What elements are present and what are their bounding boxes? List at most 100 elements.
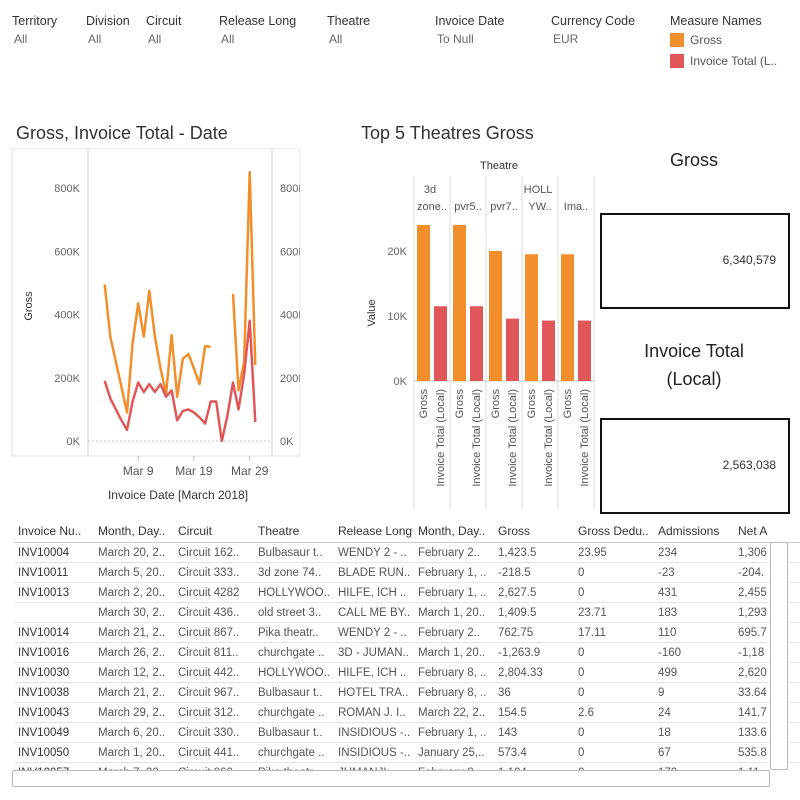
filter-value-dropdown[interactable]: EUR — [553, 32, 578, 46]
table-cell: Circuit 436.. — [174, 602, 254, 623]
column-header[interactable]: Gross Dedu.. — [574, 520, 654, 543]
table-row[interactable]: INV10011 March 5, 20.. Circuit 333.. 3d zon… — [14, 562, 800, 583]
table-cell: Circuit 967.. — [174, 682, 254, 703]
table-cell: 1,11 — [734, 762, 800, 770]
x-tick-label: Mar 19 — [175, 464, 213, 478]
column-header[interactable]: Invoice Nu.. — [14, 520, 94, 543]
table-cell: 141.7 — [734, 702, 800, 723]
table-cell: INV10004 — [14, 542, 94, 563]
column-header[interactable]: Month, Day.. — [94, 520, 174, 543]
table-cell: 1,104 — [494, 762, 574, 770]
kpi-invoice-box[interactable]: 2,563,038 — [600, 418, 790, 514]
table-row[interactable]: INV10013 March 2, 20.. Circuit 4282 HOLLYWO… — [14, 582, 800, 603]
table-cell: Circuit 442.. — [174, 662, 254, 683]
table-cell: 36 — [494, 682, 574, 703]
y-tick-label: 0K — [394, 376, 408, 388]
table-cell: March 20, 2.. — [94, 542, 174, 563]
measure-label: Invoice Total (Local) — [507, 389, 519, 487]
vertical-scrollbar[interactable] — [770, 542, 788, 770]
invoice-total-bar — [578, 320, 591, 381]
table-cell: 3d zone 74.. — [254, 562, 334, 583]
filter-label: Theatre — [327, 14, 371, 28]
table-row[interactable]: INV10030 March 12, 2.. Circuit 442.. HOLLYW… — [14, 662, 800, 683]
filter-value-dropdown[interactable]: All — [88, 32, 101, 46]
measure-label: Gross — [418, 389, 430, 419]
theatre-header-line1: HOLL — [524, 184, 553, 196]
table-row[interactable]: INV10004 March 20, 2.. Circuit 162.. Bulbas… — [14, 542, 800, 563]
theatre-header-line2: pvr7.. — [490, 201, 518, 213]
kpi-gross-box[interactable]: 6,340,579 — [600, 213, 790, 309]
table-cell: churchgate .. — [254, 642, 334, 663]
filter-value-dropdown[interactable]: All — [221, 32, 234, 46]
filter-value-dropdown[interactable]: All — [329, 32, 342, 46]
table-row[interactable]: INV10038 March 21, 2.. Circuit 967.. Bulbas… — [14, 682, 800, 703]
y-tick-label: 600K — [54, 246, 80, 258]
table-cell: INV10050 — [14, 742, 94, 763]
column-header[interactable]: Theatre — [254, 520, 334, 543]
table-cell: INSIDIOUS -.. — [334, 742, 414, 763]
legend-title: Measure Names — [670, 14, 762, 28]
table-cell: -1,18 — [734, 642, 800, 663]
table-cell: 762.75 — [494, 622, 574, 643]
legend-swatch-gross — [670, 33, 684, 47]
table-cell: 499 — [654, 662, 734, 683]
table-row[interactable]: March 30, 2.. Circuit 436.. old street 3..… — [14, 602, 800, 623]
column-header[interactable]: Gross — [494, 520, 574, 543]
table-row[interactable]: INV10057March 7, 20..Circuit 869..Pika t… — [14, 762, 800, 770]
table-row[interactable]: INV10014 March 21, 2.. Circuit 867.. Pika t… — [14, 622, 800, 643]
table-cell: -23 — [654, 562, 734, 583]
measure-label: Invoice Total (Local) — [579, 389, 591, 487]
table-cell: churchgate .. — [254, 702, 334, 723]
table-cell: INV10049 — [14, 722, 94, 743]
gross-bar — [525, 254, 538, 381]
column-header[interactable]: Release Long — [334, 520, 414, 543]
table-cell: HOLLYWOO.. — [254, 662, 334, 683]
kpi-invoice-title-line1: Invoice Total — [644, 341, 744, 361]
table-cell: 2,455 — [734, 582, 800, 603]
table-cell: Circuit 869.. — [174, 762, 254, 770]
filter-value-dropdown[interactable]: All — [148, 32, 161, 46]
table-cell: INV10014 — [14, 622, 94, 643]
invoice-total-bar — [542, 320, 555, 381]
invoice-total-bar — [434, 306, 447, 381]
table-cell: Bulbasaur t.. — [254, 682, 334, 703]
y-tick-label: 0K — [67, 436, 81, 448]
table-cell: 573.4 — [494, 742, 574, 763]
column-header[interactable]: Month, Day.. — [414, 520, 494, 543]
table-cell: 24 — [654, 702, 734, 723]
horizontal-scrollbar[interactable] — [12, 770, 770, 787]
table-row[interactable]: INV10050 March 1, 20.. Circuit 441.. church… — [14, 742, 800, 763]
y-tick-label: 20K — [387, 246, 407, 258]
table-row[interactable]: INV10016 March 26, 2.. Circuit 811.. church… — [14, 642, 800, 663]
invoice-table-view[interactable]: Invoice Nu.. Month, Day.. Circuit Theatre Re… — [14, 520, 800, 770]
filter-value-dropdown[interactable]: All — [14, 32, 27, 46]
x-axis-title: Invoice Date [March 2018] — [108, 488, 248, 502]
table-cell: 18 — [654, 722, 734, 743]
table-row[interactable]: INV10043 March 29, 2.. Circuit 312.. church… — [14, 702, 800, 723]
table-cell: March 30, 2.. — [94, 602, 174, 623]
table-cell: 0 — [574, 582, 654, 603]
table-cell: 2,627.5 — [494, 582, 574, 603]
column-header[interactable]: Net A — [734, 520, 800, 543]
filter-label: Release Long — [219, 14, 297, 28]
table-cell: HILFE, ICH .. — [334, 662, 414, 683]
table-cell: 143 — [494, 722, 574, 743]
table-cell: INV10057 — [14, 762, 94, 770]
x-tick-label: Mar 9 — [123, 464, 154, 478]
table-cell: 23.95 — [574, 542, 654, 563]
y-tick-label: 200K — [54, 373, 80, 385]
gross-invoice-date-line-chart[interactable]: 800K 800K 600K 600K 400K 400K 200K 200K 0K 0K Gros… — [0, 148, 300, 510]
table-row[interactable]: INV10049 March 6, 20.. Circuit 330.. Bulbas… — [14, 722, 800, 743]
top5-theatres-bar-chart[interactable]: Theatre Value 20K 10K 0K 3d zone.. Gross Invoice… — [355, 148, 600, 510]
table-cell: INV10011 — [14, 562, 94, 583]
kpi-invoice-title: Invoice Total (Local) — [594, 337, 794, 393]
column-header[interactable]: Admissions — [654, 520, 734, 543]
table-cell: Pika theatr.. — [254, 762, 334, 770]
filter-value-dropdown[interactable]: To Null — [437, 32, 474, 46]
table-cell: February 2.. — [414, 542, 494, 563]
theatre-header-line1: 3d — [424, 184, 436, 196]
table-cell: March 1, 20.. — [94, 742, 174, 763]
column-header[interactable]: Circuit — [174, 520, 254, 543]
table-cell: March 22, 2.. — [414, 702, 494, 723]
table-cell: February 1, .. — [414, 562, 494, 583]
